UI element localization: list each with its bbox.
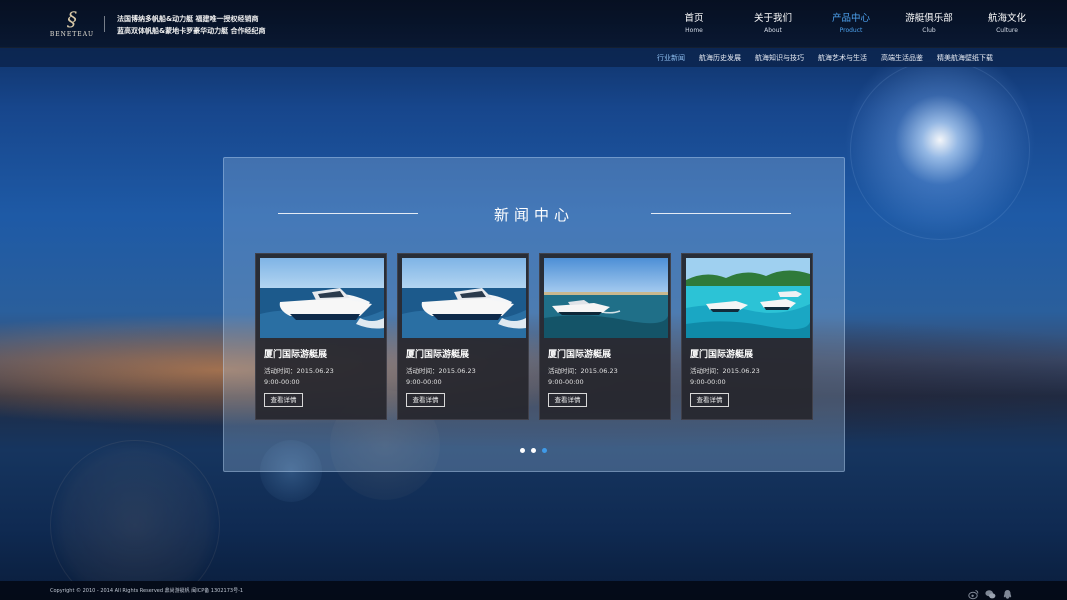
nav-label-cn: 产品中心 <box>831 13 870 24</box>
news-card-title: 厦门国际游艇展 <box>406 350 470 360</box>
view-details-button[interactable]: 查看详情 <box>406 393 445 407</box>
nav-label-en: Home <box>685 27 703 34</box>
view-details-button[interactable]: 查看详情 <box>548 393 587 407</box>
news-card[interactable]: 厦门国际游艇展 活动时间：2015.06.23 9:00-00:00 查看详情 <box>539 253 671 420</box>
news-title-row: 新闻中心 <box>224 204 844 224</box>
news-card-date: 活动时间：2015.06.23 <box>548 367 618 375</box>
view-details-button[interactable]: 查看详情 <box>264 393 303 407</box>
sub-nav: 行业新闻 航海历史发展 航海知识与技巧 航海艺术与生活 高端生活品鉴 精美航海壁… <box>0 48 1067 67</box>
nav-item-culture[interactable]: 航海文化 Culture <box>968 12 1046 38</box>
pagination-dot[interactable] <box>520 448 525 453</box>
brand-tagline: 法国博纳多帆船&动力艇 福建唯一授权经销商 蓝高双体帆船&蒙地卡罗豪华动力艇 合… <box>117 13 266 37</box>
pagination-dot-active[interactable] <box>542 448 547 453</box>
wechat-icon[interactable] <box>985 585 996 599</box>
copyright-text: Copyright © 2010 - 2014 All Rights Reser… <box>50 588 244 594</box>
subnav-item-history[interactable]: 航海历史发展 <box>699 53 741 63</box>
news-card-image <box>260 258 384 338</box>
logo-emblem-icon: § <box>67 7 77 31</box>
news-card-title: 厦门国际游艇展 <box>690 350 754 360</box>
news-card-image <box>686 258 810 338</box>
news-card-time: 9:00-00:00 <box>264 378 300 386</box>
nav-item-home[interactable]: 首页 Home <box>666 12 722 38</box>
news-card[interactable]: 厦门国际游艇展 活动时间：2015.06.23 9:00-00:00 查看详情 <box>681 253 813 420</box>
nav-label-en: About <box>764 27 782 34</box>
news-title: 新闻中心 <box>493 206 574 224</box>
nav-label-cn: 航海文化 <box>987 13 1026 24</box>
nav-item-product[interactable]: 产品中心 Product <box>812 12 890 38</box>
nav-label-cn: 首页 <box>684 13 704 24</box>
nav-item-club[interactable]: 游艇俱乐部 Club <box>890 12 968 38</box>
nav-label-cn: 关于我们 <box>753 13 792 24</box>
title-divider-right <box>651 213 791 214</box>
view-details-button[interactable]: 查看详情 <box>690 393 729 407</box>
logo-wordmark: BENETEAU <box>49 31 95 38</box>
weibo-icon[interactable] <box>968 585 979 600</box>
brand-logo[interactable]: § BENETEAU <box>46 9 98 39</box>
site-header: § BENETEAU 法国博纳多帆船&动力艇 福建唯一授权经销商 蓝高双体帆船&… <box>0 0 1067 48</box>
news-card-time: 9:00-00:00 <box>690 378 726 386</box>
news-card-time: 9:00-00:00 <box>406 378 442 386</box>
news-card-image <box>544 258 668 338</box>
news-card-title: 厦门国际游艇展 <box>548 350 612 360</box>
news-card-time: 9:00-00:00 <box>548 378 584 386</box>
nav-item-about[interactable]: 关于我们 About <box>734 12 812 38</box>
tagline-line-1: 法国博纳多帆船&动力艇 福建唯一授权经销商 <box>117 15 259 23</box>
logo-divider <box>104 16 105 32</box>
news-card-image <box>402 258 526 338</box>
sub-nav-list: 行业新闻 航海历史发展 航海知识与技巧 航海艺术与生活 高端生活品鉴 精美航海壁… <box>643 48 993 67</box>
subnav-item-wallpapers[interactable]: 精美航海壁纸下载 <box>937 53 993 63</box>
subnav-item-industry-news[interactable]: 行业新闻 <box>657 53 685 63</box>
subnav-item-luxury[interactable]: 高端生活品鉴 <box>881 53 923 63</box>
nav-label-en: Product <box>839 27 863 34</box>
news-panel: 新闻中心 厦门国际游艇展 活动时间：2015.06.23 9:00-00:00 … <box>223 157 845 472</box>
tagline-line-2: 蓝高双体帆船&蒙地卡罗豪华动力艇 合作经纪商 <box>117 27 266 35</box>
news-card-title: 厦门国际游艇展 <box>264 350 328 360</box>
subnav-item-knowledge[interactable]: 航海知识与技巧 <box>755 53 804 63</box>
pagination-dot[interactable] <box>531 448 536 453</box>
news-card[interactable]: 厦门国际游艇展 活动时间：2015.06.23 9:00-00:00 查看详情 <box>255 253 387 420</box>
social-links <box>962 585 1013 600</box>
news-card-date: 活动时间：2015.06.23 <box>406 367 476 375</box>
subnav-item-art-life[interactable]: 航海艺术与生活 <box>818 53 867 63</box>
news-card-date: 活动时间：2015.06.23 <box>264 367 334 375</box>
news-card-date: 活动时间：2015.06.23 <box>690 367 760 375</box>
main-nav: 首页 Home 关于我们 About 产品中心 Product 游艇俱乐部 Cl… <box>666 12 1046 38</box>
news-cards: 厦门国际游艇展 活动时间：2015.06.23 9:00-00:00 查看详情 <box>255 253 813 420</box>
site-footer: Copyright © 2010 - 2014 All Rights Reser… <box>0 581 1067 600</box>
news-card[interactable]: 厦门国际游艇展 活动时间：2015.06.23 9:00-00:00 查看详情 <box>397 253 529 420</box>
nav-label-cn: 游艇俱乐部 <box>905 13 953 24</box>
carousel-pagination <box>520 448 553 453</box>
qq-icon[interactable] <box>1002 585 1013 599</box>
nav-label-en: Club <box>922 27 936 34</box>
nav-label-en: Culture <box>996 27 1018 34</box>
